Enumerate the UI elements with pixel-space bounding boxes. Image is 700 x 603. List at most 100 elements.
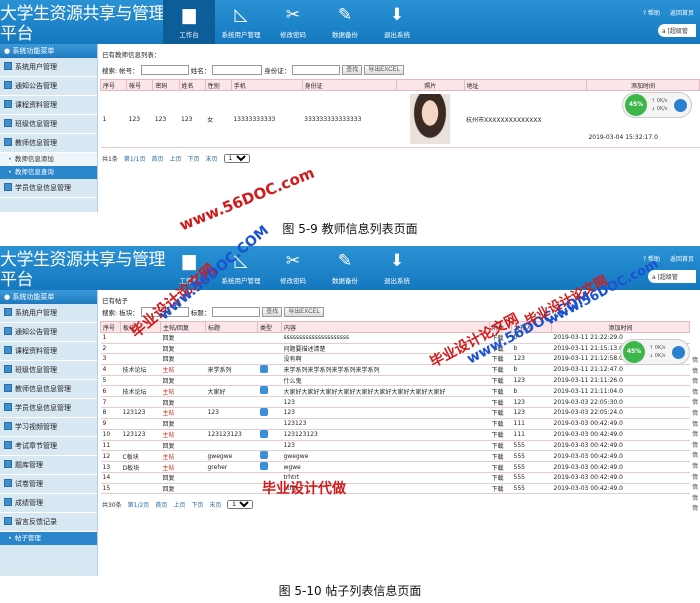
sidebar-item[interactable]: 班级信息管理 [0,115,97,134]
table-row[interactable]: 6 技术论坛 主帖 大家好 大家好大家好大家好大家好大家好大家好大家好大家好大家好 下载 b… [100,385,690,398]
sidebar-item[interactable]: 课程资料管理 [0,96,97,115]
attachment-icon[interactable] [259,407,268,416]
last-page-link[interactable]: 末页 [206,154,218,163]
export-button[interactable]: 导出EXCEL [364,65,404,75]
sidebar-item[interactable]: 考试章节管理 [0,437,97,456]
table-row[interactable]: 9 回复 123123 下载 111 2019-03-03 00:42:49.0 [100,418,690,430]
table-row[interactable]: 7 回复 123 下载 123 2019-03-03 22:05:30.0 [100,396,690,408]
attachment-icon[interactable] [259,451,268,460]
home-link[interactable]: 返回首页 [670,254,694,263]
sidebar-sub-post-admin[interactable]: • 帖子管理 [0,532,97,545]
user-badge[interactable]: a [超级管 [648,270,696,283]
download-link[interactable]: 下载 [489,353,512,365]
nav-workbench[interactable]: ▆ 工作台 [163,246,215,290]
download-link[interactable]: 下载 [489,440,512,452]
sidebar-item[interactable]: 系统用户管理 [0,304,97,323]
boost-icon[interactable] [672,346,685,359]
page-select[interactable]: 1 [227,500,254,510]
home-link[interactable]: 返回首页 [670,8,694,17]
nav-change-password[interactable]: ✂ 修改密码 [267,0,319,44]
sidebar-item[interactable]: 班级信息管理 [0,361,97,380]
boost-icon[interactable] [674,99,687,112]
table-row[interactable]: 2 回复 问题要描述清楚 下载 b 2019-03-11 21:15:13.0 [100,343,690,355]
page-select[interactable]: 1 [223,154,250,163]
download-link[interactable]: 下载 [489,407,512,419]
name-input[interactable] [212,65,263,75]
title-input[interactable] [212,307,261,317]
table-row[interactable]: 14 回复 trhtrt 下载 555 2019-03-03 00:42:49.0 [100,472,690,484]
download-link[interactable]: 下载 [489,332,512,344]
nav-data-backup[interactable]: ✎ 数据备份 [319,0,371,44]
download-link[interactable]: 下载 [489,429,512,441]
sidebar-item[interactable]: 学员信息信息管理 [0,179,97,198]
nav-change-password[interactable]: ✂ 修改密码 [267,246,319,290]
sidebar-item[interactable]: 教师信息信息管理 [0,380,97,399]
prev-page-link[interactable]: 上页 [173,500,185,509]
speed-widget[interactable]: 45% ↑ 0K/s ↓ 0K/s [620,339,690,365]
download-link[interactable]: 下载 [489,343,512,355]
sidebar-item[interactable]: 教师信息管理 [0,134,97,153]
table-row[interactable]: 12 C板块 主帖 gwegwe gwegwe 下载 555 2019-03-03 00:42… [100,450,690,463]
first-page-link[interactable]: 首页 [152,154,164,163]
sidebar-item[interactable]: 系统用户管理 [0,58,97,77]
page-indicator[interactable]: 第1/2页 [128,500,150,509]
idcard-input[interactable] [292,65,341,75]
help-link[interactable]: ? 帮助 [643,254,660,263]
sidebar-item[interactable]: 成绩管理 [0,494,97,513]
download-link[interactable]: 下载 [489,483,512,495]
download-link[interactable]: 下载 [489,375,512,387]
download-link[interactable]: 下载 [489,396,512,408]
nav-user-admin[interactable]: ◺ 系统用户管理 [215,246,267,290]
sidebar-sub-teacher-query[interactable]: • 教师信息查询 [0,166,97,179]
download-link[interactable]: 下载 [489,461,512,474]
download-link[interactable]: 下载 [489,364,512,376]
top-right-links: ? 帮助 返回首页 [643,8,694,17]
table-row[interactable]: 11 回复 123 下载 555 2019-03-03 00:42:49.0 [100,440,690,452]
export-button[interactable]: 导出EXCEL [284,307,324,317]
nav-user-admin[interactable]: ◺ 系统用户管理 [215,0,267,44]
prev-page-link[interactable]: 上页 [170,154,182,163]
nav-logout[interactable]: ⬇ 退出系统 [371,0,423,44]
download-link[interactable]: 下载 [489,418,512,430]
help-link[interactable]: ? 帮助 [643,8,660,17]
first-page-link[interactable]: 首页 [155,500,167,509]
board-input[interactable] [140,307,189,317]
nav-logout[interactable]: ⬇ 退出系统 [371,246,423,290]
page-indicator[interactable]: 第1/1页 [124,154,146,163]
account-input[interactable] [140,65,189,75]
speed-widget[interactable]: 45% ↑ 0K/s ↓ 0K/s [622,92,692,118]
last-page-link[interactable]: 末页 [209,500,221,509]
search-button[interactable]: 查找 [342,65,363,75]
sidebar-sub-teacher-add[interactable]: • 教师信息添加 [0,153,97,166]
next-page-link[interactable]: 下页 [188,154,200,163]
attachment-icon[interactable] [259,386,268,395]
table-row[interactable]: 3 回复 没有啊 下载 123 2019-03-11 21:12:58.0 [100,353,690,365]
table-row[interactable]: 8 123123 主帖 123 123 下载 123 2019-03-03 22:05:24.… [100,407,690,419]
table-row[interactable]: 13 D板块 主帖 greher wgwe 下载 555 2019-03-03 00:42:4… [100,461,690,474]
download-link[interactable]: 下载 [489,385,512,398]
sidebar-item[interactable]: 通知公告管理 [0,77,97,96]
table-row[interactable]: 1 回复 sssssssssssssssssssss 下载 b 2019-03-11 21… [100,332,690,344]
attachment-icon[interactable] [259,462,268,471]
table-row[interactable]: 15 回复 hthtr 下载 555 2019-03-03 00:42:49.0 [100,483,690,495]
nav-data-backup[interactable]: ✎ 数据备份 [319,246,371,290]
sidebar-item[interactable]: 留言反馈记录 [0,513,97,532]
download-link[interactable]: 下载 [489,450,512,463]
search-button[interactable]: 查找 [262,307,283,317]
download-link[interactable]: 下载 [489,472,512,484]
sidebar-item[interactable]: 学习视频管理 [0,418,97,437]
table-row[interactable]: 4 技术论坛 主帖 来学系列 来学系列来学系列来学系列来学系列 下载 b 2019-03-11… [100,364,690,376]
table-row[interactable]: 10 123123 主帖 123123123 123123123 下载 111 2019-03… [100,429,690,441]
sidebar-item[interactable]: 课程资料管理 [0,342,97,361]
sidebar-item[interactable]: 学员信息信息管理 [0,399,97,418]
sidebar-item[interactable]: 题库管理 [0,456,97,475]
nav-workbench[interactable]: ▆ 工作台 [163,0,215,44]
sidebar-item[interactable]: 试卷管理 [0,475,97,494]
attachment-icon[interactable] [259,364,268,373]
user-badge[interactable]: a [超级管 [658,24,696,37]
attachment-icon[interactable] [259,429,268,438]
table-row[interactable]: 5 回复 什么鬼 下载 123 2019-03-11 21:11:26.0 [100,375,690,387]
table-row[interactable]: 1 123 123 123 女 13333333333 333333333333… [100,90,700,148]
next-page-link[interactable]: 下页 [191,500,203,509]
sidebar-item[interactable]: 通知公告管理 [0,323,97,342]
